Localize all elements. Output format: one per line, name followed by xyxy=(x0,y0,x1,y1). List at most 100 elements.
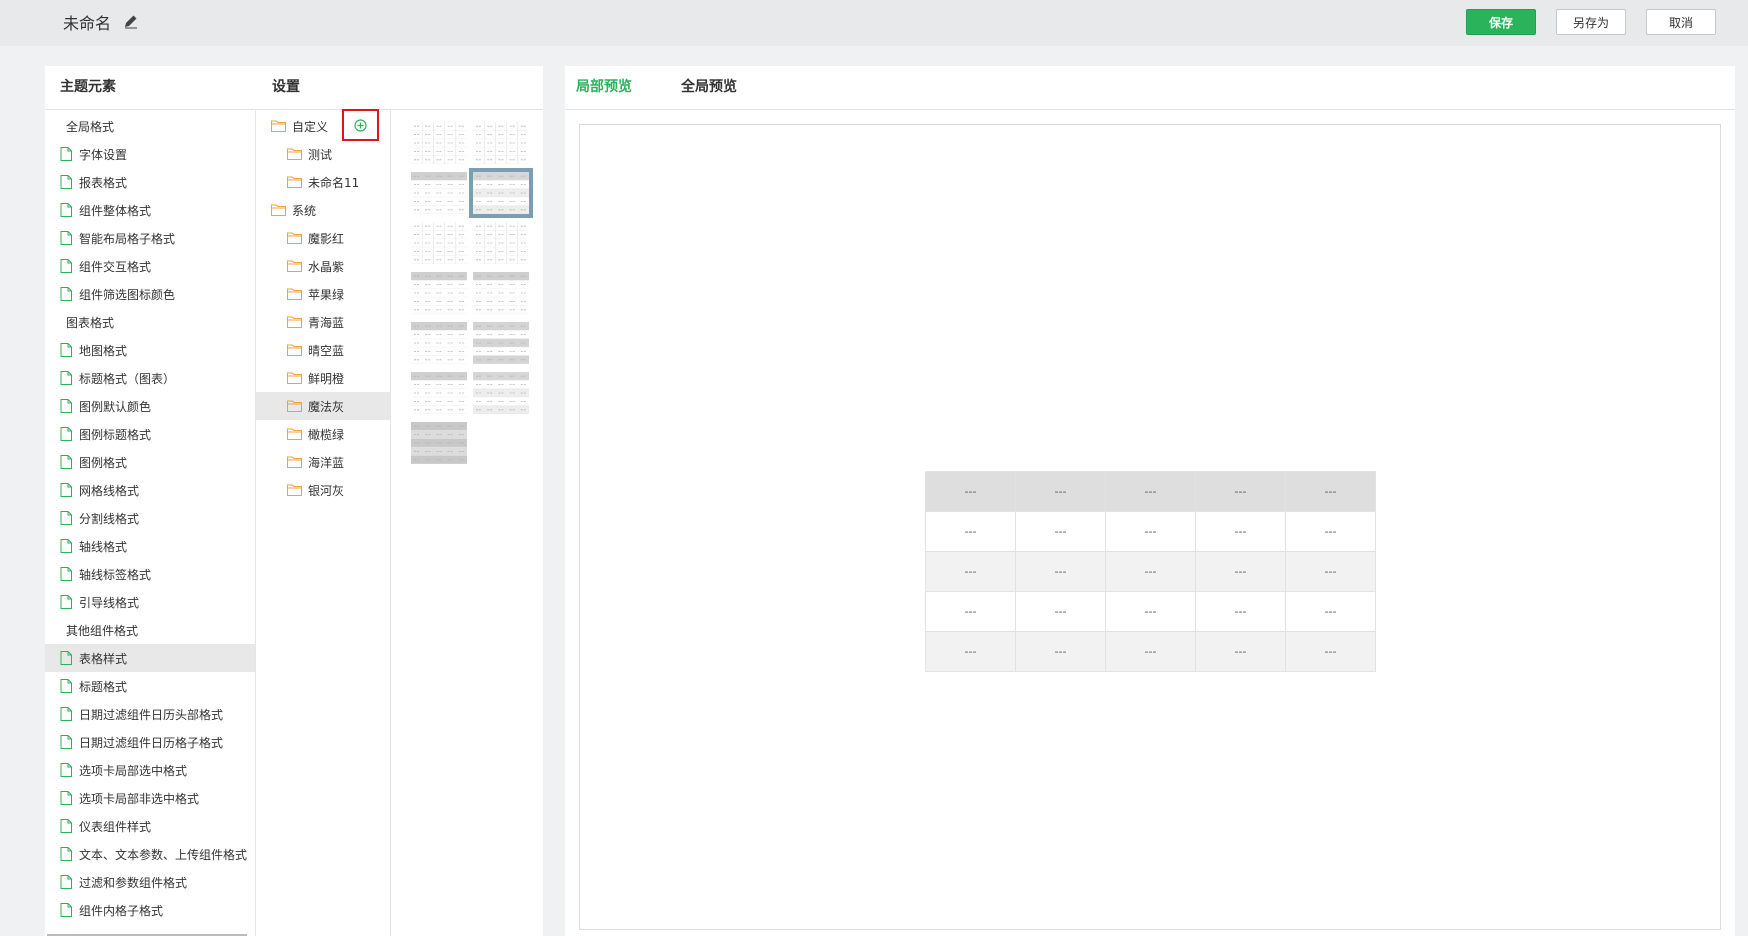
element-label: 日期过滤组件日历格子格式 xyxy=(79,735,224,750)
element-label: 图例默认颜色 xyxy=(79,399,152,414)
element-item[interactable]: 图例默认颜色 xyxy=(45,392,255,420)
table-row: --- --- --- --- --- xyxy=(925,631,1376,672)
theme-folder[interactable]: 魔法灰 xyxy=(256,392,390,420)
element-item[interactable]: 引导线格式 xyxy=(45,588,255,616)
theme-folder[interactable]: 银河灰 xyxy=(256,476,390,504)
element-item[interactable]: 图例标题格式 xyxy=(45,420,255,448)
table-style-thumbnail[interactable] xyxy=(411,422,467,464)
theme-folder[interactable]: 自定义 xyxy=(256,109,390,141)
table-style-thumbnail[interactable] xyxy=(473,272,529,314)
element-group[interactable]: 图表格式 xyxy=(45,308,255,336)
preview-canvas: --- --- --- --- --- --- --- --- --- --- --- --- --- -… xyxy=(579,124,1721,930)
table-cell: --- xyxy=(1195,471,1286,512)
element-item[interactable]: 地图格式 xyxy=(45,336,255,364)
theme-folder[interactable]: 苹果绿 xyxy=(256,280,390,308)
element-item[interactable]: 报表格式 xyxy=(45,168,255,196)
element-item[interactable]: 标题格式（图表） xyxy=(45,364,255,392)
element-label: 字体设置 xyxy=(79,147,128,162)
tab-global-preview[interactable]: 全局预览 xyxy=(681,66,737,109)
table-row: --- --- --- --- --- xyxy=(925,591,1376,632)
table-cell: --- xyxy=(1015,631,1106,672)
theme-folder[interactable]: 青海蓝 xyxy=(256,308,390,336)
element-item[interactable]: 标题格式 xyxy=(45,672,255,700)
folder-icon xyxy=(271,120,286,132)
element-item[interactable]: 选项卡局部非选中格式 xyxy=(45,784,255,812)
table-style-thumbnail[interactable] xyxy=(411,372,467,414)
table-style-thumbnail[interactable] xyxy=(469,168,533,218)
element-label: 其他组件格式 xyxy=(66,623,139,638)
folder-label: 鲜明橙 xyxy=(308,371,345,386)
theme-folder[interactable]: 水晶紫 xyxy=(256,252,390,280)
folder-label: 橄榄绿 xyxy=(308,427,345,442)
table-style-thumbnail[interactable] xyxy=(473,222,529,264)
element-item[interactable]: 字体设置 xyxy=(45,140,255,168)
theme-folder[interactable]: 橄榄绿 xyxy=(256,420,390,448)
theme-folder[interactable]: 魔影红 xyxy=(256,224,390,252)
element-group[interactable]: 其他组件格式 xyxy=(45,616,255,644)
file-icon xyxy=(60,735,72,749)
theme-folder[interactable]: 未命名11 xyxy=(256,168,390,196)
table-style-thumbnail[interactable] xyxy=(411,122,467,164)
table-cell: --- xyxy=(1285,551,1376,592)
element-label: 分割线格式 xyxy=(79,511,140,526)
element-item[interactable]: 图例格式 xyxy=(45,448,255,476)
element-item[interactable]: 过滤和参数组件格式 xyxy=(45,868,255,896)
table-style-thumbnail[interactable] xyxy=(473,322,529,364)
table-cell: --- xyxy=(1105,591,1196,632)
element-item[interactable]: 组件筛选图标颜色 xyxy=(45,280,255,308)
theme-folder[interactable]: 晴空蓝 xyxy=(256,336,390,364)
element-item[interactable]: 轴线标签格式 xyxy=(45,560,255,588)
table-cell: --- xyxy=(1105,631,1196,672)
add-theme-button[interactable] xyxy=(342,109,379,141)
table-cell: --- xyxy=(1195,551,1286,592)
table-style-thumbnail[interactable] xyxy=(411,322,467,364)
file-icon xyxy=(60,259,72,273)
table-style-thumbnail[interactable] xyxy=(411,222,467,264)
cancel-button[interactable]: 取消 xyxy=(1646,9,1716,35)
element-group[interactable]: 全局格式 xyxy=(45,112,255,140)
edit-pencil-icon[interactable] xyxy=(123,13,139,29)
element-item[interactable]: 分割线格式 xyxy=(45,504,255,532)
table-style-thumbnail[interactable] xyxy=(473,372,529,414)
file-icon xyxy=(60,567,72,581)
save-as-button[interactable]: 另存为 xyxy=(1556,9,1626,35)
element-label: 选项卡局部选中格式 xyxy=(79,763,188,778)
element-item[interactable]: 日期过滤组件日历头部格式 xyxy=(45,700,255,728)
element-item[interactable]: 仪表组件样式 xyxy=(45,812,255,840)
folder-icon xyxy=(287,484,302,496)
folder-icon xyxy=(287,176,302,188)
element-item[interactable]: 表格样式 xyxy=(45,644,255,672)
save-button[interactable]: 保存 xyxy=(1466,9,1536,35)
table-cell: --- xyxy=(1195,591,1286,632)
element-item[interactable]: 轴线格式 xyxy=(45,532,255,560)
element-label: 组件筛选图标颜色 xyxy=(79,287,176,302)
element-label: 标题格式 xyxy=(79,679,128,694)
element-item[interactable]: 选项卡局部选中格式 xyxy=(45,756,255,784)
file-icon xyxy=(60,343,72,357)
element-item[interactable]: 组件内格子格式 xyxy=(45,896,255,924)
file-icon xyxy=(60,791,72,805)
theme-folder[interactable]: 鲜明橙 xyxy=(256,364,390,392)
element-label: 日期过滤组件日历头部格式 xyxy=(79,707,224,722)
element-label: 表格样式 xyxy=(79,651,128,666)
folder-icon xyxy=(287,400,302,412)
element-item[interactable]: 智能布局格子格式 xyxy=(45,224,255,252)
table-style-thumbnail[interactable] xyxy=(473,122,529,164)
element-label: 报表格式 xyxy=(79,175,128,190)
element-item[interactable]: 日期过滤组件日历格子格式 xyxy=(45,728,255,756)
table-style-thumbnail[interactable] xyxy=(411,172,467,214)
element-label: 引导线格式 xyxy=(79,595,140,610)
element-item[interactable]: 网格线格式 xyxy=(45,476,255,504)
theme-folder[interactable]: 海洋蓝 xyxy=(256,448,390,476)
element-label: 智能布局格子格式 xyxy=(79,231,176,246)
element-item[interactable]: 文本、文本参数、上传组件格式 xyxy=(45,840,255,868)
theme-elements-list: 全局格式字体设置报表格式组件整体格式智能布局格子格式组件交互格式组件筛选图标颜色… xyxy=(45,112,255,924)
theme-folder[interactable]: 测试 xyxy=(256,140,390,168)
file-icon xyxy=(60,371,72,385)
table-cell: --- xyxy=(1015,551,1106,592)
table-style-thumbnail[interactable] xyxy=(411,272,467,314)
tab-local-preview[interactable]: 局部预览 xyxy=(576,66,632,109)
element-item[interactable]: 组件整体格式 xyxy=(45,196,255,224)
theme-folder[interactable]: 系统 xyxy=(256,196,390,224)
element-item[interactable]: 组件交互格式 xyxy=(45,252,255,280)
